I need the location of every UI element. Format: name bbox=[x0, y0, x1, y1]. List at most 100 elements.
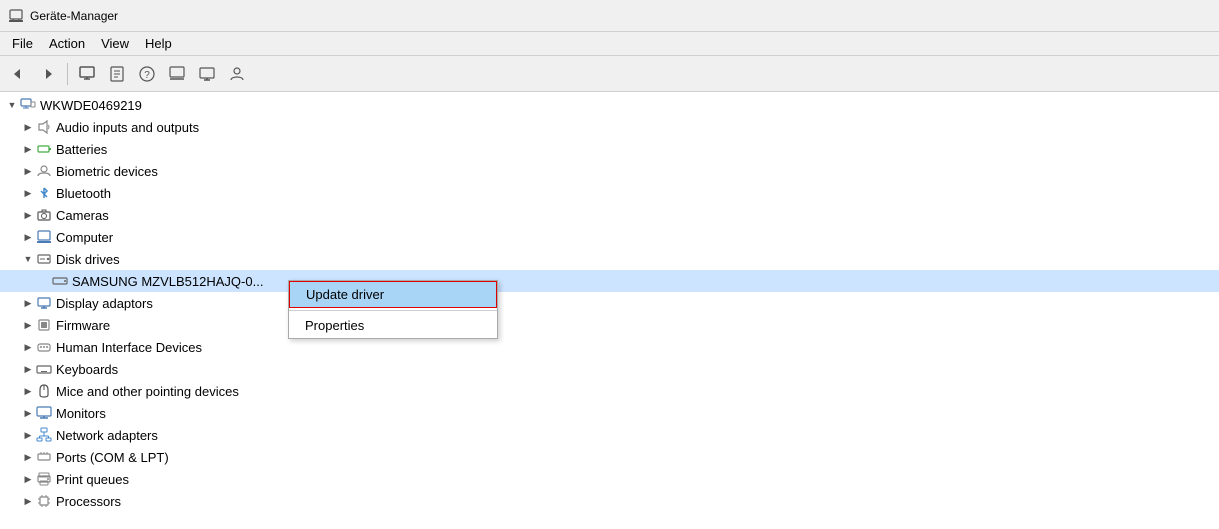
monitor-icon bbox=[36, 405, 52, 421]
printqueues-label: Print queues bbox=[56, 472, 129, 487]
display-adaptors-icon bbox=[36, 295, 52, 311]
keyboard-icon bbox=[36, 361, 52, 377]
tree-item-monitors[interactable]: ▶ Monitors bbox=[0, 402, 1219, 424]
printqueues-expand-icon: ▶ bbox=[20, 471, 36, 487]
tree-item-mice[interactable]: ▶ Mice and other pointing devices bbox=[0, 380, 1219, 402]
hid-expand-icon: ▶ bbox=[20, 339, 36, 355]
back-button[interactable] bbox=[4, 60, 32, 88]
network-label: Network adapters bbox=[56, 428, 158, 443]
menu-help[interactable]: Help bbox=[137, 34, 180, 53]
tree-item-keyboards[interactable]: ▶ Keyboards bbox=[0, 358, 1219, 380]
battery-icon bbox=[36, 141, 52, 157]
batteries-label: Batteries bbox=[56, 142, 107, 157]
camera-icon bbox=[36, 207, 52, 223]
hid-label: Human Interface Devices bbox=[56, 340, 202, 355]
display-button[interactable] bbox=[193, 60, 221, 88]
tree-item-printqueues[interactable]: ▶ Print queues bbox=[0, 468, 1219, 490]
audio-label: Audio inputs and outputs bbox=[56, 120, 199, 135]
root-expand-icon: ▼ bbox=[4, 97, 20, 113]
computer-label: Computer bbox=[56, 230, 113, 245]
computer-button[interactable] bbox=[73, 60, 101, 88]
monitors-label: Monitors bbox=[56, 406, 106, 421]
tree-root[interactable]: ▼ WKWDE0469219 bbox=[0, 94, 1219, 116]
biometric-label: Biometric devices bbox=[56, 164, 158, 179]
app-icon bbox=[8, 8, 24, 24]
tree-item-cameras[interactable]: ▶ Cameras bbox=[0, 204, 1219, 226]
menu-bar: File Action View Help bbox=[0, 32, 1219, 56]
tree-item-display[interactable]: ▶ Display adaptors bbox=[0, 292, 1219, 314]
batteries-expand-icon: ▶ bbox=[20, 141, 36, 157]
ports-icon bbox=[36, 449, 52, 465]
tree-item-audio[interactable]: ▶ Audio inputs and outputs bbox=[0, 116, 1219, 138]
ports-expand-icon: ▶ bbox=[20, 449, 36, 465]
context-menu-update-driver[interactable]: Update driver bbox=[289, 281, 497, 308]
processors-label: Processors bbox=[56, 494, 121, 509]
title-bar: Geräte-Manager bbox=[0, 0, 1219, 32]
network-icon bbox=[36, 427, 52, 443]
context-menu-properties[interactable]: Properties bbox=[289, 313, 497, 338]
toolbar-separator-1 bbox=[67, 63, 68, 85]
bluetooth-expand-icon: ▶ bbox=[20, 185, 36, 201]
tree-item-batteries[interactable]: ▶ Batteries bbox=[0, 138, 1219, 160]
samsung-disk-icon bbox=[52, 273, 68, 289]
grid-button[interactable] bbox=[163, 60, 191, 88]
tree-item-hid[interactable]: ▶ Human Interface Devices bbox=[0, 336, 1219, 358]
audio-icon bbox=[36, 119, 52, 135]
display-label: Display adaptors bbox=[56, 296, 153, 311]
bluetooth-icon bbox=[36, 185, 52, 201]
device-tree[interactable]: ▼ WKWDE0469219 ▶ Audio inputs and ou bbox=[0, 92, 1219, 529]
audio-expand-icon: ▶ bbox=[20, 119, 36, 135]
menu-view[interactable]: View bbox=[93, 34, 137, 53]
diskdrives-expand-icon: ▼ bbox=[20, 251, 36, 267]
properties-button[interactable] bbox=[103, 60, 131, 88]
tree-item-diskdrives[interactable]: ▼ Disk drives bbox=[0, 248, 1219, 270]
mice-label: Mice and other pointing devices bbox=[56, 384, 239, 399]
help-button[interactable]: ? bbox=[133, 60, 161, 88]
tree-item-computer[interactable]: ▶ Computer bbox=[0, 226, 1219, 248]
app-title: Geräte-Manager bbox=[30, 9, 118, 23]
cameras-label: Cameras bbox=[56, 208, 109, 223]
user-button[interactable] bbox=[223, 60, 251, 88]
monitors-expand-icon: ▶ bbox=[20, 405, 36, 421]
tree-item-firmware[interactable]: ▶ Firmware bbox=[0, 314, 1219, 336]
firmware-icon bbox=[36, 317, 52, 333]
keyboards-expand-icon: ▶ bbox=[20, 361, 36, 377]
tree-item-bluetooth[interactable]: ▶ Bluetooth bbox=[0, 182, 1219, 204]
cameras-expand-icon: ▶ bbox=[20, 207, 36, 223]
bluetooth-label: Bluetooth bbox=[56, 186, 111, 201]
tree-item-network[interactable]: ▶ Network adapters bbox=[0, 424, 1219, 446]
diskdrives-label: Disk drives bbox=[56, 252, 120, 267]
hid-icon bbox=[36, 339, 52, 355]
main-content: ▼ WKWDE0469219 ▶ Audio inputs and ou bbox=[0, 92, 1219, 529]
mice-expand-icon: ▶ bbox=[20, 383, 36, 399]
keyboards-label: Keyboards bbox=[56, 362, 118, 377]
tree-item-processors[interactable]: ▶ Processors bbox=[0, 490, 1219, 512]
mice-icon bbox=[36, 383, 52, 399]
root-label: WKWDE0469219 bbox=[40, 98, 142, 113]
network-expand-icon: ▶ bbox=[20, 427, 36, 443]
processor-icon bbox=[36, 493, 52, 509]
forward-button[interactable] bbox=[34, 60, 62, 88]
processors-expand-icon: ▶ bbox=[20, 493, 36, 509]
samsung-expand-icon bbox=[36, 273, 52, 289]
root-computer-icon bbox=[20, 97, 36, 113]
tree-item-biometric[interactable]: ▶ Biometric devices bbox=[0, 160, 1219, 182]
disk-drives-icon bbox=[36, 251, 52, 267]
context-menu-separator bbox=[289, 310, 497, 311]
svg-text:?: ? bbox=[144, 70, 150, 81]
tree-item-ports[interactable]: ▶ Ports (COM & LPT) bbox=[0, 446, 1219, 468]
context-menu: Update driver Properties bbox=[288, 280, 498, 339]
printqueue-icon bbox=[36, 471, 52, 487]
display-expand-icon: ▶ bbox=[20, 295, 36, 311]
menu-action[interactable]: Action bbox=[41, 34, 93, 53]
biometric-icon bbox=[36, 163, 52, 179]
samsung-label: SAMSUNG MZVLB512HAJQ-0... bbox=[72, 274, 263, 289]
tree-item-samsung[interactable]: SAMSUNG MZVLB512HAJQ-0... bbox=[0, 270, 1219, 292]
firmware-expand-icon: ▶ bbox=[20, 317, 36, 333]
firmware-label: Firmware bbox=[56, 318, 110, 333]
toolbar: ? bbox=[0, 56, 1219, 92]
computer-icon bbox=[36, 229, 52, 245]
biometric-expand-icon: ▶ bbox=[20, 163, 36, 179]
computer-expand-icon: ▶ bbox=[20, 229, 36, 245]
menu-file[interactable]: File bbox=[4, 34, 41, 53]
